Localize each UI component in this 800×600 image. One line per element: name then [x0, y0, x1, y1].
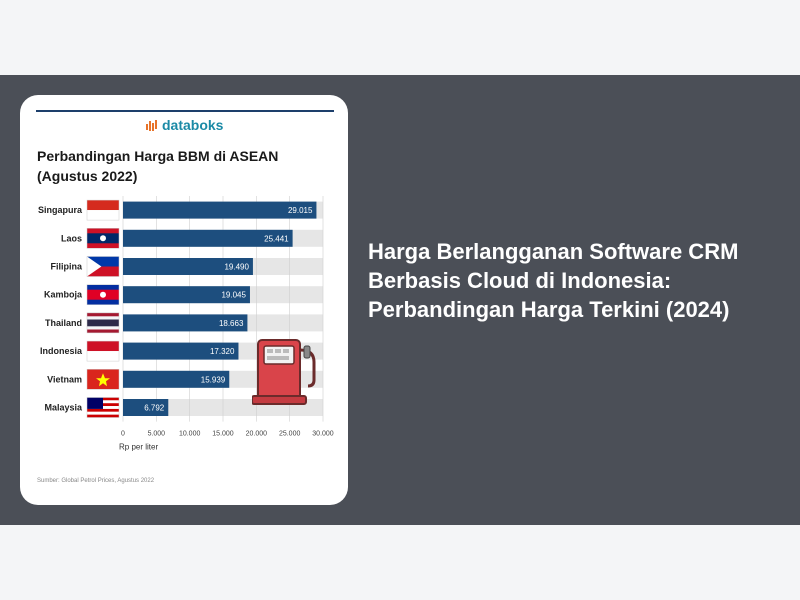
bar-value-label: 29.015 [288, 206, 313, 215]
fuel-pump-icon [252, 339, 316, 405]
category-label: Indonesia [40, 346, 83, 356]
category-label: Thailand [45, 318, 82, 328]
flag-shape [87, 414, 119, 418]
flag-shape [100, 291, 106, 298]
flag-shape [100, 235, 106, 242]
x-tick-label: 0 [121, 431, 125, 438]
x-tick-label: 25.000 [279, 431, 301, 438]
bar-value-label: 25.441 [264, 234, 289, 243]
x-tick-label: 5.000 [148, 431, 166, 438]
bar-value-label: 17.320 [210, 347, 235, 356]
x-tick-label: 30.000 [312, 431, 334, 438]
x-tick-label: 10.000 [179, 431, 201, 438]
category-label: Laos [61, 233, 82, 243]
source-note: Sumber: Global Petrol Prices, Agustus 20… [37, 478, 155, 484]
x-tick-label: 15.000 [212, 431, 234, 438]
x-tick-label: 20.000 [246, 431, 268, 438]
category-label: Vietnam [47, 374, 82, 384]
flag-shape [87, 200, 119, 211]
flag-shape [87, 397, 103, 409]
flag-shape [87, 210, 119, 221]
bar-value-label: 18.663 [219, 319, 244, 328]
bar-value-label: 19.490 [224, 263, 249, 272]
bar-value-label: 15.939 [201, 375, 226, 384]
flag-shape [87, 411, 119, 415]
category-label: Malaysia [44, 403, 83, 413]
bar-value-label: 19.045 [221, 291, 246, 300]
flag-shape [87, 351, 119, 362]
article-headline[interactable]: Harga Berlangganan Software CRM Berbasis… [368, 237, 768, 324]
flag-shape [87, 408, 119, 412]
category-label: Filipina [51, 262, 83, 272]
category-label: Singapura [38, 205, 83, 215]
bar-value-label: 6.792 [144, 404, 165, 413]
flag-shape [87, 341, 119, 352]
x-axis-label: Rp per liter [119, 443, 158, 452]
flag-shape [87, 319, 119, 327]
category-label: Kamboja [44, 290, 83, 300]
